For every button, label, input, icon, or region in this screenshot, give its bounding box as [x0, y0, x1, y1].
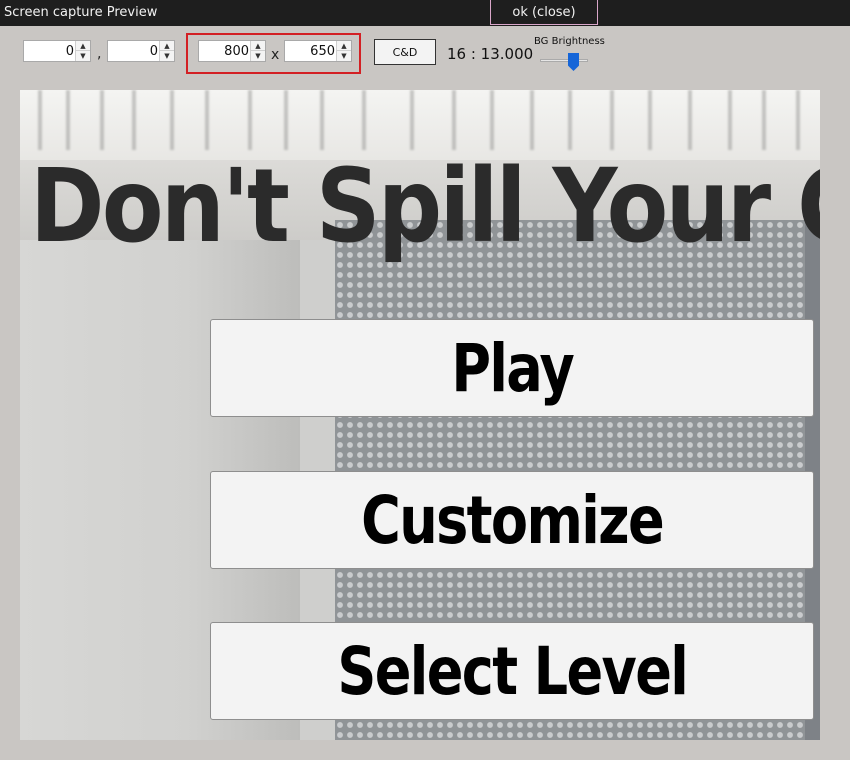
comma-separator: , — [97, 46, 102, 62]
capture-preview: Don't Spill Your Coffee Play Customize S… — [20, 90, 820, 740]
position-y-stepper[interactable]: ▲ ▼ — [107, 40, 175, 62]
bg-brightness-slider-thumb[interactable] — [568, 53, 579, 71]
position-x-input[interactable] — [24, 41, 76, 61]
play-button-label: Play — [451, 329, 574, 407]
increment-icon[interactable]: ▲ — [251, 41, 265, 51]
bg-brightness-label: BG Brightness — [534, 36, 605, 47]
times-separator: x — [271, 47, 280, 63]
increment-icon[interactable]: ▲ — [76, 41, 90, 51]
height-input[interactable] — [285, 41, 337, 61]
bg-brightness-slider[interactable] — [540, 59, 588, 62]
height-arrows[interactable]: ▲ ▼ — [336, 41, 351, 61]
game-title: Don't Spill Your Coffee — [30, 147, 820, 266]
ok-close-button[interactable]: ok (close) — [490, 0, 598, 25]
decrement-icon[interactable]: ▼ — [337, 51, 351, 61]
title-bar: Screen capture Preview ok (close) — [0, 0, 850, 26]
customize-button[interactable]: Customize — [210, 471, 814, 569]
screen-capture-preview-window: Screen capture Preview ok (close) ▲ ▼ , … — [0, 0, 850, 760]
position-y-input[interactable] — [108, 41, 160, 61]
increment-icon[interactable]: ▲ — [160, 41, 174, 51]
decrement-icon[interactable]: ▼ — [251, 51, 265, 61]
customize-button-label: Customize — [361, 481, 665, 559]
width-stepper[interactable]: ▲ ▼ — [198, 40, 266, 62]
position-x-stepper[interactable]: ▲ ▼ — [23, 40, 91, 62]
width-arrows[interactable]: ▲ ▼ — [250, 41, 265, 61]
decrement-icon[interactable]: ▼ — [76, 51, 90, 61]
aspect-ratio-readout: 16 : 13.000 — [447, 45, 534, 63]
height-stepper[interactable]: ▲ ▼ — [284, 40, 352, 62]
position-y-arrows[interactable]: ▲ ▼ — [159, 41, 174, 61]
cd-button[interactable]: C&D — [374, 39, 436, 65]
increment-icon[interactable]: ▲ — [337, 41, 351, 51]
play-button[interactable]: Play — [210, 319, 814, 417]
select-level-button-label: Select Level — [337, 632, 688, 710]
position-x-arrows[interactable]: ▲ ▼ — [75, 41, 90, 61]
width-input[interactable] — [199, 41, 251, 61]
decrement-icon[interactable]: ▼ — [160, 51, 174, 61]
select-level-button[interactable]: Select Level — [210, 622, 814, 720]
window-title: Screen capture Preview — [4, 5, 158, 20]
